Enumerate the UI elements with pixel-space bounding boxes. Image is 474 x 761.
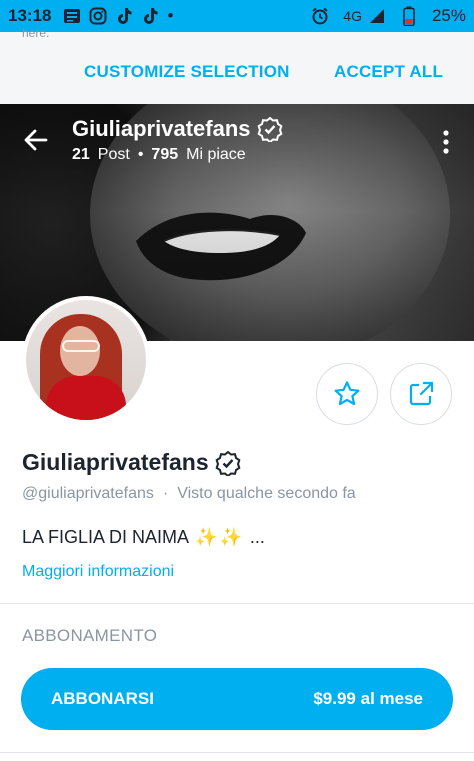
status-time: 13:18 [8,6,52,25]
more-options-button[interactable] [436,128,456,156]
tiktok-icon [115,7,133,25]
status-dot: • [167,6,174,25]
handle-row: @giuliaprivatefans · Visto qualche secon… [22,485,356,503]
alarm-icon [311,7,329,25]
handle-separator: · [162,485,169,502]
stats-separator: • [137,146,144,163]
likes-count: 795 [151,146,179,163]
more-vertical-icon [443,130,449,154]
status-bar: 13:18 • 4G 25% [0,0,474,32]
cover-title: Giuliaprivatefans [72,116,283,142]
profile-name: Giuliaprivatefans [22,449,209,475]
subscribe-label: ABBONARSI [51,689,154,708]
sparkles-emoji: ✨✨ [195,527,244,547]
cover-stats: 21 Post • 795 Mi piace [72,146,246,164]
posts-count: 21 [72,146,90,163]
bio: LA FIGLIA DI NAIMA ✨✨ ... [22,527,265,548]
likes-label: Mi piace [186,146,246,163]
subscribe-button[interactable]: ABBONARSI $9.99 al mese [21,668,453,730]
cover-username: Giuliaprivatefans [72,116,251,141]
instagram-icon [89,7,107,25]
profile-handle: @giuliaprivatefans [22,485,154,502]
profile-page: 13:18 • 4G 25% here. CUSTOMIZE SELECTION… [0,0,474,761]
verified-icon [257,116,283,142]
avatar-photo [26,300,146,420]
network-type: 4G [343,8,362,24]
subscription-title: ABBONAMENTO [22,626,158,645]
add-to-favorites-button[interactable] [316,363,378,425]
accept-all-button[interactable]: ACCEPT ALL [334,62,443,82]
share-button[interactable] [390,363,452,425]
divider [0,752,474,753]
bio-text: LA FIGLIA DI NAIMA [22,527,190,547]
customize-selection-button[interactable]: CUSTOMIZE SELECTION [84,62,290,82]
tiktok-icon [141,7,159,25]
bio-ellipsis: ... [249,527,265,547]
last-seen: Visto qualche secondo fa [177,485,356,502]
subscribe-price: $9.99 al mese [313,689,423,708]
more-info-link[interactable]: Maggiori informazioni [22,563,174,581]
battery-percent: 25% [431,6,466,25]
profile-name-row: Giuliaprivatefans [22,449,241,476]
status-right: 4G 25% [311,6,466,26]
avatar[interactable] [22,296,150,424]
arrow-left-icon [24,129,48,151]
avatar-body [46,376,126,420]
signal-icon [368,7,386,25]
verified-icon [215,450,241,476]
avatar-glasses [62,340,100,352]
cookie-text: here. [22,26,50,40]
back-button[interactable] [20,124,52,156]
share-icon [409,381,434,406]
divider [0,603,474,604]
star-icon [334,381,360,406]
news-icon [63,7,81,25]
cookie-banner: here. CUSTOMIZE SELECTION ACCEPT ALL [0,26,474,104]
posts-label: Post [97,146,130,163]
battery-icon [400,6,418,26]
